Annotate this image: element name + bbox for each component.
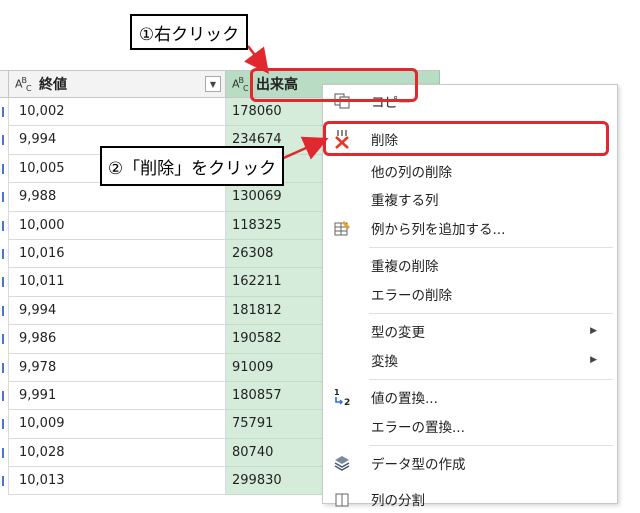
row-header-stub <box>0 70 8 98</box>
row-marker <box>2 248 4 259</box>
filter-dropdown-icon[interactable]: ▼ <box>205 76 221 92</box>
menu-item-label: エラーの置換... <box>371 420 465 436</box>
menu-item-label: エラーの削除 <box>371 288 452 304</box>
cell-close[interactable]: 10,009 <box>8 410 226 439</box>
cell-close[interactable]: 10,028 <box>8 438 226 468</box>
column-from-examples-icon <box>331 217 353 239</box>
row-marker <box>2 362 4 373</box>
row-marker <box>2 220 4 231</box>
cell-close[interactable]: 9,978 <box>8 353 226 382</box>
menu-item-remove-errors[interactable]: エラーの削除 <box>323 280 617 308</box>
submenu-arrow-icon: ▶ <box>590 326 597 336</box>
menu-item-transform[interactable]: 変換 ▶ <box>323 346 617 374</box>
svg-text:2: 2 <box>344 398 350 407</box>
menu-item-create-data-type[interactable]: データ型の作成 <box>323 449 617 477</box>
cell-close[interactable]: 9,994 <box>8 296 226 326</box>
svg-text:1: 1 <box>334 388 340 397</box>
menu-item-label: 値の置換... <box>371 391 438 407</box>
menu-item-label: 他の列の削除 <box>371 165 452 181</box>
menu-item-change-type[interactable]: 型の変更 ▶ <box>323 317 617 345</box>
row-marker <box>2 419 4 430</box>
row-marker <box>2 277 4 288</box>
split-column-icon <box>331 488 353 510</box>
menu-separator <box>369 379 613 380</box>
menu-item-remove-duplicates[interactable]: 重複の削除 <box>323 251 617 279</box>
row-marker <box>2 192 4 203</box>
cell-close[interactable]: 10,002 <box>8 98 226 127</box>
row-marker <box>2 334 4 345</box>
menu-item-replace-errors[interactable]: エラーの置換... <box>323 412 617 440</box>
menu-item-duplicate[interactable]: 重複する列 <box>323 185 617 213</box>
row-marker <box>2 163 4 174</box>
column-header-label: 終値 <box>39 77 67 93</box>
cell-close[interactable]: 10,000 <box>8 211 226 240</box>
cell-close[interactable]: 9,988 <box>8 183 226 212</box>
row-marker <box>2 305 4 316</box>
text-type-icon[interactable]: ABC <box>15 76 37 93</box>
replace-values-icon: 1 2 <box>331 386 353 408</box>
menu-separator <box>369 445 613 446</box>
menu-separator <box>369 247 613 248</box>
row-marker <box>2 390 4 401</box>
cell-close[interactable]: 9,986 <box>8 325 226 354</box>
callout-step1: ①右クリック <box>130 14 248 50</box>
cell-close[interactable]: 10,011 <box>8 268 226 297</box>
menu-item-add-from-examples[interactable]: 例から列を追加する... <box>323 214 617 242</box>
highlight-delete-item <box>323 121 609 156</box>
highlight-volume-header <box>250 68 418 102</box>
menu-item-label: 列の分割 <box>371 493 425 509</box>
data-type-icon <box>331 452 353 474</box>
cell-close[interactable]: 10,013 <box>8 467 226 496</box>
row-marker <box>2 135 4 146</box>
row-marker <box>2 107 4 117</box>
cell-close[interactable]: 9,991 <box>8 381 226 411</box>
column-header-close[interactable]: ABC 終値 ▼ <box>8 70 226 98</box>
menu-item-split-column[interactable]: 列の分割 <box>323 485 617 513</box>
menu-item-label: 変換 <box>371 354 398 370</box>
cell-close[interactable]: 10,016 <box>8 239 226 269</box>
menu-item-label: 例から列を追加する... <box>371 222 506 238</box>
menu-item-label: 重複の削除 <box>371 259 439 275</box>
row-marker <box>2 476 4 487</box>
arrow-to-header <box>244 45 269 74</box>
menu-separator <box>369 313 613 314</box>
menu-item-label: データ型の作成 <box>371 457 466 473</box>
menu-item-label: 型の変更 <box>371 325 425 341</box>
menu-item-delete-others[interactable]: 他の列の削除 <box>323 157 617 185</box>
menu-item-label: 重複する列 <box>371 193 439 209</box>
callout-step2: ②「削除」をクリック <box>100 146 284 186</box>
submenu-arrow-icon: ▶ <box>590 355 597 365</box>
menu-item-replace-values[interactable]: 1 2 値の置換... <box>323 383 617 411</box>
row-marker <box>2 447 4 458</box>
